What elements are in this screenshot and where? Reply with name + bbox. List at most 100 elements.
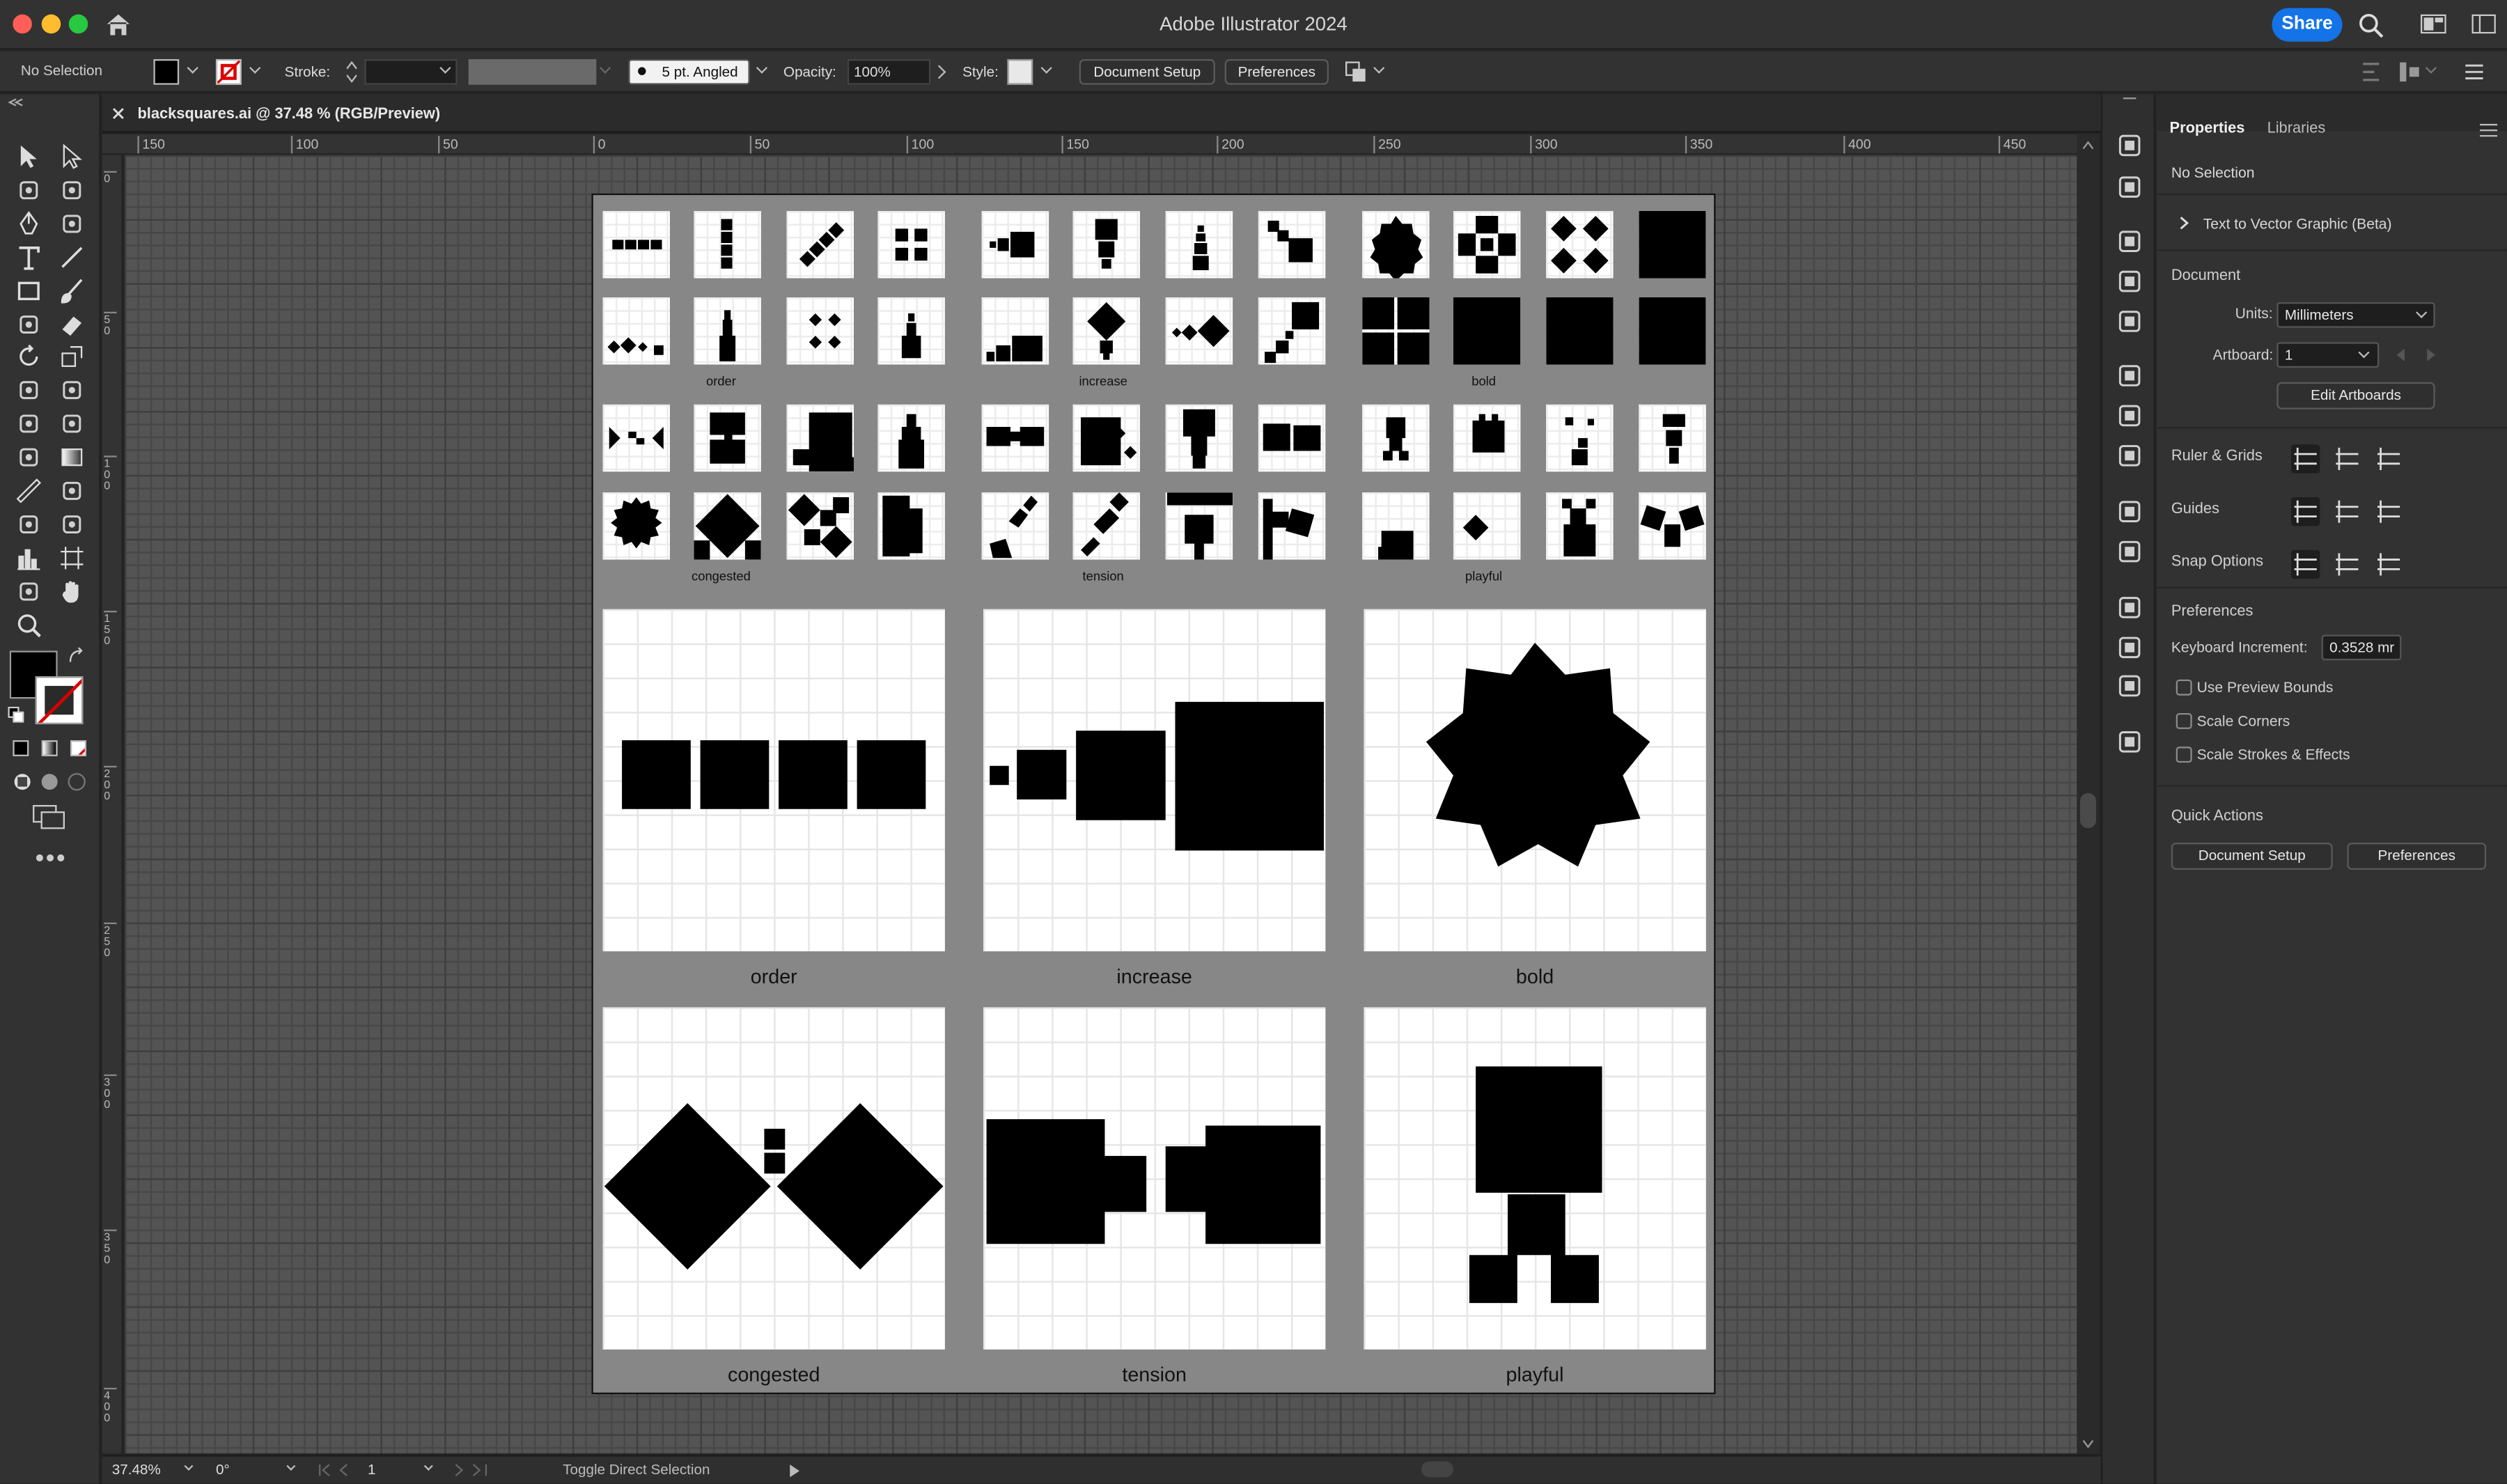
document-setup-button[interactable]: Document Setup xyxy=(1079,58,1215,85)
thumbnail-artboard[interactable] xyxy=(1362,211,1430,279)
distribute-icon[interactable] xyxy=(2398,61,2421,83)
column-graph-tool-icon[interactable] xyxy=(15,543,43,572)
pen-tool-icon[interactable] xyxy=(15,209,43,237)
thumbnail-artboard[interactable] xyxy=(1639,492,1706,560)
rotate-tool-icon[interactable] xyxy=(15,343,43,371)
thumbnail-artboard[interactable] xyxy=(786,297,854,365)
menu-list-icon[interactable] xyxy=(2464,63,2485,82)
thumbnail-artboard[interactable] xyxy=(1165,404,1233,472)
perspective-grid-tool-icon[interactable] xyxy=(58,409,86,438)
qa-document-setup-button[interactable]: Document Setup xyxy=(2171,842,2333,870)
large-artboard[interactable] xyxy=(602,1007,945,1350)
chevron-down-icon[interactable] xyxy=(1040,62,1052,74)
search-icon[interactable] xyxy=(2358,13,2384,38)
artboard[interactable]: order increase bold congested tension playful… xyxy=(591,193,1716,1395)
thumbnail-artboard[interactable] xyxy=(1546,297,1614,365)
swatches-icon[interactable] xyxy=(2117,228,2143,254)
stroke-stepper-icon[interactable] xyxy=(345,59,358,85)
horizontal-scroll-thumb[interactable] xyxy=(1421,1461,1453,1478)
thumbnail-artboard[interactable] xyxy=(1165,211,1233,279)
panel-menu-icon[interactable] xyxy=(2479,123,2498,138)
thumbnail-artboard[interactable] xyxy=(1639,297,1706,365)
color-guide-icon[interactable] xyxy=(2117,174,2143,200)
thumbnail-artboard[interactable] xyxy=(981,492,1049,560)
qa-preferences-button[interactable]: Preferences xyxy=(2347,842,2487,870)
graphic-styles-icon[interactable] xyxy=(2117,539,2143,565)
thumbnail-artboard[interactable] xyxy=(1072,492,1140,560)
scale-strokes-checkbox[interactable] xyxy=(2176,747,2192,763)
zoom-window-button[interactable] xyxy=(68,14,88,34)
brush-definition-select[interactable]: 5 pt. Angled xyxy=(628,58,750,85)
snap-to-glyph-icon[interactable] xyxy=(2374,550,2403,579)
opacity-field[interactable]: 100% xyxy=(847,58,931,85)
thumbnail-artboard[interactable] xyxy=(602,492,670,560)
thumbnail-artboard[interactable] xyxy=(1258,211,1326,279)
show-guides-icon[interactable] xyxy=(2291,497,2320,526)
thumbnail-artboard[interactable] xyxy=(1362,492,1430,560)
thumbnail-artboard[interactable] xyxy=(602,297,670,365)
scroll-up-icon[interactable] xyxy=(2082,141,2094,150)
thumbnail-artboard[interactable] xyxy=(694,492,761,560)
thumbnail-artboard[interactable] xyxy=(877,404,945,472)
thumbnail-artboard[interactable] xyxy=(1072,297,1140,365)
edit-artboards-button[interactable]: Edit Artboards xyxy=(2276,382,2435,409)
thumbnail-artboard[interactable] xyxy=(694,404,761,472)
draw-normal-icon[interactable] xyxy=(13,772,32,792)
fill-swatch[interactable] xyxy=(153,58,180,85)
shape-builder-tool-icon[interactable] xyxy=(15,409,43,438)
artboard-number-field[interactable]: 1 xyxy=(363,1458,433,1482)
symbol-sprayer-tool-icon[interactable] xyxy=(15,510,43,538)
large-artboard[interactable] xyxy=(1364,1007,1706,1350)
tab-properties[interactable]: Properties xyxy=(2170,118,2245,139)
default-colors-icon[interactable] xyxy=(8,706,24,723)
transparency-icon[interactable] xyxy=(2117,443,2143,469)
thumbnail-artboard[interactable] xyxy=(1072,404,1140,472)
document-tab-title[interactable]: blacksquares.ai @ 37.48 % (RGB/Preview) xyxy=(137,104,440,125)
curvature-tool-icon[interactable] xyxy=(58,209,86,237)
grid-icon[interactable] xyxy=(2333,444,2361,473)
direct-selection-tool-icon[interactable] xyxy=(58,142,86,171)
tab-libraries[interactable]: Libraries xyxy=(2267,118,2326,139)
chevron-down-icon[interactable] xyxy=(2425,62,2437,74)
screen-mode-icon[interactable] xyxy=(32,804,68,830)
thumbnail-artboard[interactable] xyxy=(1546,404,1614,472)
artboard-nav-icon[interactable] xyxy=(2396,348,2435,361)
thumbnail-artboard[interactable] xyxy=(786,404,854,472)
stroke-color-box[interactable] xyxy=(35,676,84,725)
home-icon[interactable] xyxy=(106,13,132,36)
free-transform-tool-icon[interactable] xyxy=(58,376,86,405)
thumbnail-artboard[interactable] xyxy=(694,211,761,279)
thumbnail-artboard[interactable] xyxy=(602,211,670,279)
thumbnail-artboard[interactable] xyxy=(981,297,1049,365)
thumbnail-artboard[interactable] xyxy=(1258,297,1326,365)
brushes-icon[interactable] xyxy=(2117,269,2143,295)
layers-icon[interactable] xyxy=(2117,595,2143,620)
graphic-style-swatch[interactable] xyxy=(1007,58,1033,85)
preferences-button[interactable]: Preferences xyxy=(1224,58,1329,85)
chevron-right-icon[interactable] xyxy=(937,64,946,80)
slice-select-tool-icon[interactable] xyxy=(15,577,43,605)
keyboard-increment-field[interactable]: 0.3528 mr xyxy=(2321,634,2402,661)
smart-guides-icon[interactable] xyxy=(2374,497,2403,526)
thumbnail-artboard[interactable] xyxy=(1639,404,1706,472)
thumbnail-artboard[interactable] xyxy=(1165,492,1233,560)
stroke-icon[interactable] xyxy=(2117,363,2143,389)
thumbnail-artboard[interactable] xyxy=(1453,211,1521,279)
thumbnail-artboard[interactable] xyxy=(786,211,854,279)
width-tool-icon[interactable] xyxy=(15,376,43,405)
text-to-vector-section[interactable]: Text to Vector Graphic (Beta) xyxy=(2203,214,2392,235)
vertical-scroll-thumb[interactable] xyxy=(2079,792,2096,829)
chevron-right-icon[interactable] xyxy=(2179,216,2189,231)
color-mode-icon[interactable] xyxy=(13,740,29,756)
close-window-button[interactable] xyxy=(13,14,32,34)
symbols-icon[interactable] xyxy=(2117,308,2143,334)
rectangle-tool-icon[interactable] xyxy=(15,276,43,304)
chevron-down-icon[interactable] xyxy=(599,62,611,74)
zoom-field[interactable]: 37.48% xyxy=(107,1458,206,1482)
scroll-down-icon[interactable] xyxy=(2082,1439,2094,1448)
magic-wand-tool-icon[interactable] xyxy=(15,175,43,204)
zoom-tool-icon[interactable] xyxy=(15,610,43,639)
thumbnail-artboard[interactable] xyxy=(1453,404,1521,472)
large-artboard[interactable] xyxy=(983,609,1326,952)
artboards-icon[interactable] xyxy=(2117,673,2143,699)
